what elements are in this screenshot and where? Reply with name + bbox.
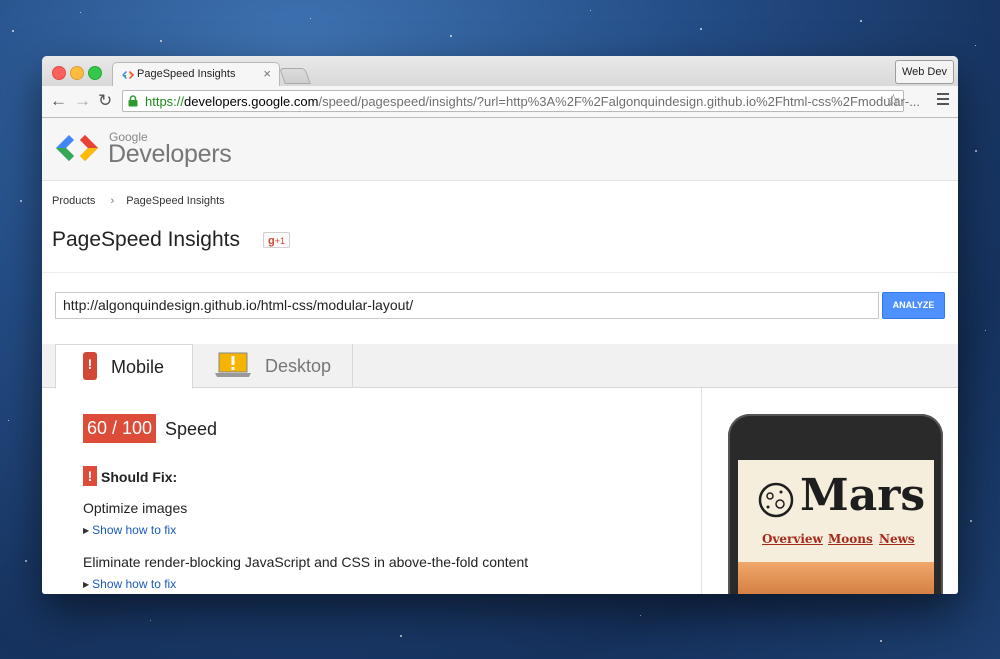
address-bar[interactable]: https://developers.google.com/speed/page… [122, 90, 920, 112]
new-tab-button[interactable] [279, 68, 311, 84]
menu-icon[interactable] [937, 93, 949, 108]
tab-mobile[interactable]: Mobile [55, 344, 193, 389]
rule-title: Eliminate render-blocking JavaScript and… [83, 554, 529, 570]
device-tabs: Mobile Desktop [42, 344, 958, 389]
browser-toolbar: ← → ↻ https://developers.google.com/spee… [42, 86, 958, 118]
forward-arrow-icon[interactable]: → [74, 91, 91, 111]
laptop-icon [215, 352, 251, 377]
preview-nav-moons: Moons [828, 532, 873, 546]
mars-planet-icon [758, 482, 794, 518]
google-developers-favicon-icon [122, 71, 134, 79]
google-plus-one-button[interactable]: g+1 [263, 232, 290, 248]
bookmark-star-icon[interactable]: ☆ [886, 91, 901, 111]
tab-desktop[interactable]: Desktop [193, 344, 353, 388]
mobile-preview-phone: Mars Overview Moons News [728, 414, 943, 594]
divider [42, 272, 958, 273]
tab-title: PageSpeed Insights [137, 68, 236, 80]
tab-mobile-label: Mobile [111, 357, 165, 377]
browser-window: PageSpeed Insights × Web Dev ← → ↻ https… [42, 56, 958, 594]
breadcrumb-item-pagespeed[interactable]: PageSpeed Insights [126, 195, 224, 207]
analyze-button[interactable]: ANALYZE [882, 292, 945, 319]
score-label: Speed [165, 419, 218, 439]
lock-icon [128, 95, 138, 107]
close-window-button[interactable] [52, 66, 66, 80]
preview-hero-image [738, 562, 934, 594]
should-fix-heading: Should Fix: [101, 469, 178, 485]
show-how-to-fix-link[interactable]: ▶ Show how to fix [83, 577, 176, 591]
back-arrow-icon[interactable]: ← [50, 91, 67, 111]
google-developers-logo-icon[interactable] [54, 128, 100, 168]
preview-site-title: Mars [800, 470, 926, 521]
preview-nav-overview: Overview [762, 532, 823, 546]
mobile-phone-icon [83, 352, 97, 380]
minimize-window-button[interactable] [70, 66, 84, 80]
breadcrumb-separator: › [110, 195, 115, 207]
web-page: Google Developers Products › PageSpeed I… [42, 118, 958, 594]
reload-icon[interactable]: ↻ [98, 91, 112, 111]
preview-nav-news: News [879, 532, 915, 546]
logo-developers-text: Developers [108, 140, 232, 168]
tab-close-icon[interactable]: × [263, 66, 271, 81]
breadcrumb: Products › PageSpeed Insights [52, 195, 225, 207]
show-how-to-fix-link[interactable]: ▶ Show how to fix [83, 523, 176, 537]
score-badge: 60 / 100 [83, 414, 157, 443]
rule-title: Optimize images [83, 500, 188, 516]
url-input[interactable]: http://algonquindesign.github.io/html-cs… [55, 292, 879, 319]
results-panel: 60 / 100 Speed ! Should Fix: Optimize im… [42, 388, 702, 594]
mobile-preview-screen: Mars Overview Moons News [738, 460, 934, 594]
web-dev-button[interactable]: Web Dev [894, 60, 954, 84]
tab-strip: PageSpeed Insights × Web Dev [42, 56, 958, 86]
tab-desktop-label: Desktop [265, 356, 332, 376]
warning-icon: ! [83, 466, 97, 486]
page-title: PageSpeed Insights [52, 228, 240, 251]
breadcrumb-item-products[interactable]: Products [52, 195, 95, 207]
url-text: https://developers.google.com/speed/page… [145, 94, 921, 109]
browser-tab[interactable]: PageSpeed Insights × [112, 62, 280, 86]
zoom-window-button[interactable] [88, 66, 102, 80]
site-header: Google Developers [42, 118, 958, 181]
